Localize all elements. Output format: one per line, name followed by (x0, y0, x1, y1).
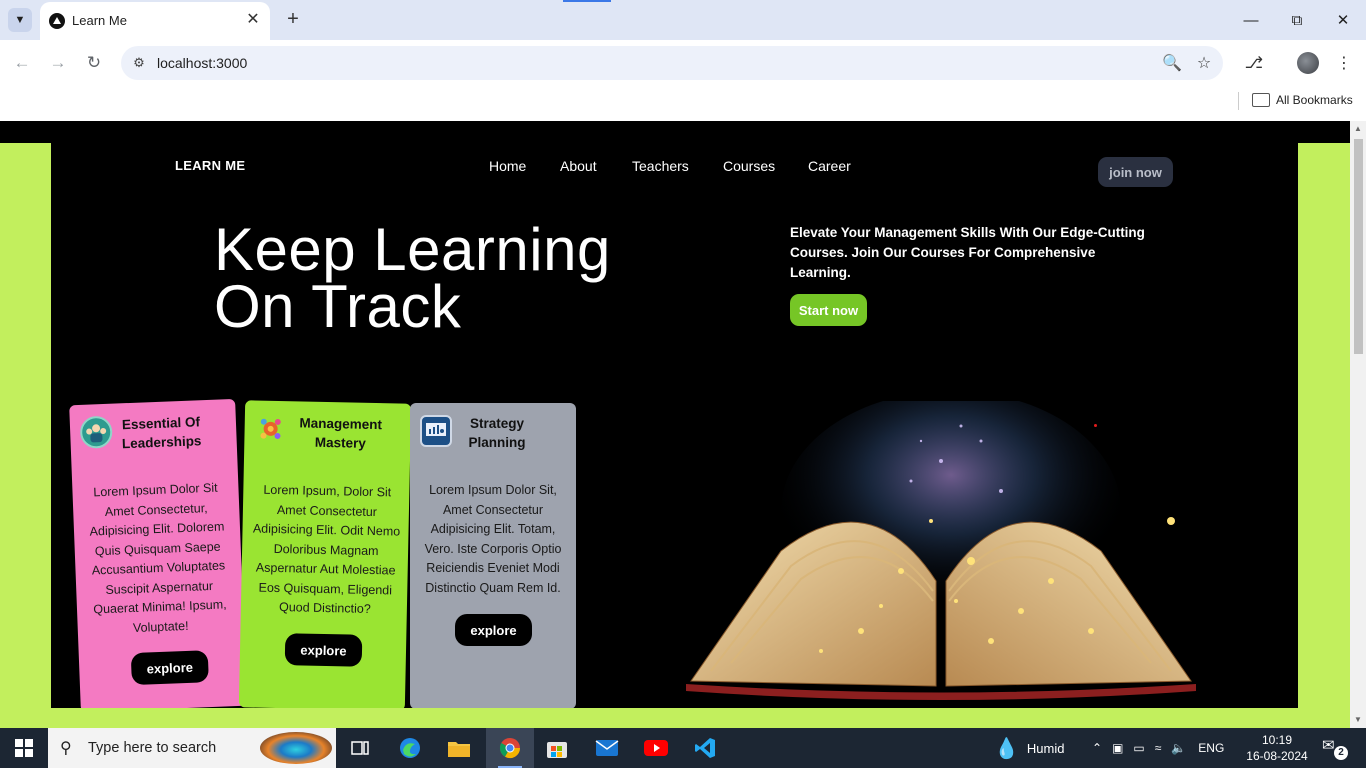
bookmarks-folder-icon[interactable] (1252, 93, 1270, 107)
search-icon: ⚲ (60, 740, 72, 757)
bookmarks-separator (1238, 92, 1239, 110)
tab-close-icon[interactable]: ✕ (244, 11, 262, 29)
nav-link-teachers[interactable]: Teachers (632, 158, 689, 174)
address-bar-url[interactable]: localhost:3000 (157, 55, 247, 71)
nav-link-home[interactable]: Home (489, 158, 526, 174)
browser-menu-icon[interactable]: ⋮ (1330, 49, 1358, 77)
mail-icon[interactable] (583, 728, 631, 768)
start-now-button[interactable]: Start now (790, 294, 867, 326)
windows-logo-icon (15, 739, 33, 757)
explore-button[interactable]: explore (455, 614, 532, 646)
course-card-leadership: Essential Of Leaderships Lorem Ipsum Dol… (69, 398, 247, 708)
browser-tab-strip: ▼ Learn Me ✕ + — ⧉ ✕ (0, 0, 1366, 40)
volume-icon[interactable]: 🔈 (1171, 741, 1186, 755)
restore-window-button[interactable]: ⧉ (1274, 6, 1320, 34)
system-tray-icons: ⌃ ▣ ▭ ≈ 🔈 ENG (1092, 728, 1224, 768)
weather-label: Humid (1026, 740, 1065, 756)
tab-title: Learn Me (72, 13, 127, 28)
tab-search-button[interactable]: ▼ (8, 8, 32, 32)
course-card-strategy: Strategy Planning Lorem Ipsum Dolor Sit,… (410, 403, 576, 708)
course-card-management: Management Mastery Lorem Ipsum, Dolor Si… (238, 400, 412, 708)
tab-strip-accent (563, 0, 611, 2)
lime-background-left (0, 143, 51, 728)
battery-icon[interactable]: ▭ (1133, 741, 1144, 755)
close-window-button[interactable]: ✕ (1320, 6, 1366, 34)
site-logo[interactable]: LEARN ME (175, 158, 245, 173)
page-viewport: LEARN ME Home About Teachers Courses Car… (0, 121, 1350, 728)
nav-link-courses[interactable]: Courses (723, 158, 775, 174)
address-bar[interactable]: ⚙ localhost:3000 🔍 ☆ (121, 46, 1223, 80)
join-now-button[interactable]: join now (1098, 157, 1173, 187)
notification-center-icon[interactable]: ✉ 2 (1322, 736, 1348, 760)
search-highlight-illustration (260, 732, 332, 764)
card-body: Lorem Ipsum, Dolor Sit Amet Consectetur … (252, 482, 401, 616)
windows-taskbar: ⚲ Type here to search 💧 Humid ⌃ ▣ ▭ ≈ 🔈 … (0, 728, 1366, 768)
nav-link-career[interactable]: Career (808, 158, 851, 174)
weather-widget[interactable]: 💧 Humid (994, 728, 1064, 768)
show-hidden-icons-icon[interactable]: ⌃ (1092, 741, 1102, 755)
taskbar-clock[interactable]: 10:19 16-08-2024 (1240, 732, 1314, 764)
card-body: Lorem Ipsum Dolor Sit Amet Consectetur, … (89, 480, 227, 635)
page-scrollbar[interactable]: ▲ ▼ (1350, 121, 1366, 728)
nav-link-about[interactable]: About (560, 158, 597, 174)
forward-button[interactable]: → (44, 49, 72, 77)
all-bookmarks-link[interactable]: All Bookmarks (1276, 93, 1353, 107)
browser-tab-active[interactable]: Learn Me ✕ (40, 2, 270, 40)
taskbar-search-placeholder: Type here to search (88, 740, 217, 756)
scroll-up-arrow-icon[interactable]: ▲ (1353, 124, 1363, 133)
windows-start-button[interactable] (0, 728, 48, 768)
profile-avatar[interactable] (1297, 52, 1319, 74)
file-explorer-icon[interactable] (435, 728, 483, 768)
lime-background-right (1298, 143, 1350, 728)
minimize-window-button[interactable]: — (1228, 6, 1274, 34)
explore-button[interactable]: explore (284, 633, 363, 667)
edge-browser-icon[interactable] (386, 728, 434, 768)
leadership-icon (79, 415, 113, 449)
reload-button[interactable]: ↻ (80, 49, 108, 77)
meet-now-icon[interactable]: ▣ (1112, 741, 1123, 755)
bookmark-star-icon[interactable]: ☆ (1192, 51, 1216, 75)
site-info-icon[interactable]: ⚙ (129, 53, 149, 73)
vscode-icon[interactable] (681, 728, 729, 768)
browser-toolbar: ← → ↻ ⚙ localhost:3000 🔍 ☆ ⎇ ⋮ (0, 40, 1366, 86)
youtube-icon[interactable] (632, 728, 680, 768)
chrome-browser-icon[interactable] (486, 728, 534, 768)
hero-tagline: Elevate Your Management Skills With Our … (790, 225, 1145, 280)
water-drop-icon: 💧 (994, 737, 1019, 760)
language-indicator[interactable]: ENG (1198, 741, 1224, 755)
zoom-icon[interactable]: 🔍 (1160, 51, 1184, 75)
card-title: Essential Of Leaderships (121, 414, 202, 452)
site-favicon-icon (49, 13, 65, 29)
notification-badge: 2 (1334, 746, 1348, 760)
wifi-icon[interactable]: ≈ (1155, 741, 1162, 755)
lime-background-bottom (0, 708, 1350, 728)
card-title: Strategy Planning (468, 416, 526, 450)
card-body: Lorem Ipsum Dolor Sit, Amet Consectetur … (424, 483, 562, 595)
microsoft-store-icon[interactable] (533, 728, 581, 768)
scrollbar-thumb[interactable] (1354, 139, 1363, 354)
open-book-illustration (686, 401, 1196, 700)
clock-time: 10:19 (1261, 733, 1293, 747)
clock-date: 16-08-2024 (1246, 749, 1308, 763)
red-dot-decoration (1094, 424, 1097, 427)
scroll-down-arrow-icon[interactable]: ▼ (1353, 715, 1363, 724)
gear-flower-icon (254, 413, 287, 446)
hero-headline: Keep Learning On Track (214, 220, 611, 337)
extensions-icon[interactable]: ⎇ (1240, 49, 1268, 77)
back-button[interactable]: ← (8, 49, 36, 77)
bookmarks-bar: All Bookmarks (0, 86, 1366, 121)
explore-button[interactable]: explore (130, 650, 209, 686)
task-view-icon[interactable] (336, 728, 384, 768)
strategy-board-icon (420, 415, 452, 447)
card-title: Management Mastery (299, 415, 383, 451)
headline-line-2: On Track (214, 273, 462, 340)
new-tab-button[interactable]: + (282, 8, 304, 32)
hero-section: LEARN ME Home About Teachers Courses Car… (51, 121, 1298, 708)
taskbar-search-box[interactable]: ⚲ Type here to search (48, 728, 336, 768)
